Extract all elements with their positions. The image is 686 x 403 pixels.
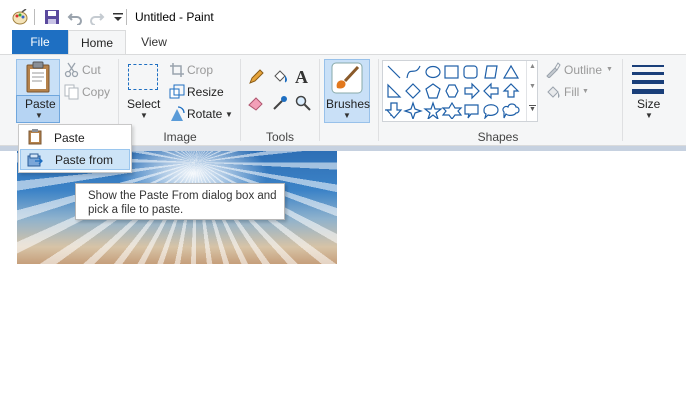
tooltip-text: Show the Paste From dialog box and pick … <box>88 190 277 216</box>
gallery-scroll[interactable]: ▲ ▼ ▼ <box>526 61 539 121</box>
crop-button[interactable]: Crop <box>187 63 213 77</box>
group-divider <box>240 59 241 141</box>
up-arrow-shape-icon <box>502 83 520 98</box>
oval-callout-shape-icon <box>483 104 499 119</box>
redo-icon[interactable] <box>89 9 105 25</box>
brushes-label: Brushes <box>326 97 371 111</box>
resize-icon <box>169 84 185 99</box>
chevron-down-icon: ▼ <box>645 111 653 120</box>
cut-button[interactable]: Cut <box>82 63 101 77</box>
window-title: Untitled - Paint <box>135 10 214 24</box>
tab-home[interactable]: Home <box>68 30 126 54</box>
tab-view[interactable]: View <box>128 30 180 54</box>
outline-icon <box>546 62 561 78</box>
fill-button[interactable]: Fill <box>564 85 579 99</box>
rounded-rectangle-shape-icon <box>463 65 478 79</box>
shapes-group-label: Shapes <box>477 130 519 144</box>
scissors-icon <box>64 62 79 78</box>
scroll-down-icon[interactable]: ▼ <box>529 83 536 90</box>
qa-divider <box>34 9 35 25</box>
chevron-down-icon: ▼ <box>582 88 589 95</box>
group-divider <box>622 59 623 141</box>
fill-icon <box>547 86 560 98</box>
title-bar: Untitled - Paint <box>0 0 686 30</box>
menu-item-paste[interactable]: Paste <box>20 127 130 148</box>
hexagon-shape-icon <box>445 84 459 98</box>
paste-dropdown-menu: Paste Paste from <box>18 124 132 173</box>
left-arrow-shape-icon <box>483 82 499 100</box>
five-point-star-shape-icon <box>423 101 443 119</box>
chevron-down-icon: ▼ <box>140 111 148 120</box>
text-tool-icon[interactable]: A <box>295 67 308 88</box>
select-button[interactable]: Select <box>127 97 160 111</box>
save-icon[interactable] <box>44 9 60 25</box>
paste-from-icon <box>27 153 43 167</box>
resize-button[interactable]: Resize <box>187 85 224 99</box>
menu-item-paste-from-label: Paste from <box>55 153 114 167</box>
eraser-icon[interactable] <box>248 95 264 111</box>
pentagon-shape-icon <box>425 83 441 99</box>
scroll-up-icon[interactable]: ▲ <box>529 63 536 70</box>
rotate-icon <box>171 106 185 121</box>
down-arrow-shape-icon <box>385 102 403 119</box>
cloud-callout-shape-icon <box>502 103 520 119</box>
rectangle-shape-icon <box>444 65 459 79</box>
right-arrow-shape-icon <box>464 82 480 100</box>
chevron-down-icon: ▼ <box>606 66 613 73</box>
tab-file[interactable]: File <box>12 30 68 54</box>
pencil-icon[interactable] <box>248 69 264 85</box>
chevron-down-icon: ▼ <box>343 111 351 120</box>
polygon-shape-icon <box>484 65 498 79</box>
expand-gallery-icon[interactable]: ▼ <box>529 105 536 114</box>
undo-icon[interactable] <box>67 9 83 25</box>
select-icon <box>128 64 158 90</box>
paint-app-icon[interactable] <box>12 9 28 25</box>
rotate-button[interactable]: Rotate <box>187 107 222 121</box>
line-shape-icon <box>387 65 401 79</box>
size-icon <box>632 65 664 95</box>
shapes-grid <box>385 64 520 119</box>
size-button[interactable]: Size <box>637 97 660 111</box>
magnifier-icon[interactable] <box>295 95 311 111</box>
group-divider <box>378 59 379 141</box>
six-point-star-shape-icon <box>441 101 463 119</box>
right-triangle-shape-icon <box>387 83 402 98</box>
tooltip: Show the Paste From dialog box and pick … <box>75 183 285 220</box>
paste-label: Paste <box>25 97 56 111</box>
shapes-gallery: ▲ ▼ ▼ <box>382 60 538 122</box>
tools-group-label: Tools <box>265 130 294 144</box>
color-picker-icon[interactable] <box>272 95 288 111</box>
clipboard-icon <box>28 129 42 145</box>
triangle-shape-icon <box>502 64 520 79</box>
crop-icon <box>170 63 184 77</box>
rounded-callout-shape-icon <box>464 104 479 119</box>
brush-icon <box>331 62 363 94</box>
menu-item-paste-label: Paste <box>54 131 85 145</box>
clipboard-icon <box>26 61 50 93</box>
diamond-shape-icon <box>405 83 421 99</box>
outline-button[interactable]: Outline <box>564 63 602 77</box>
group-divider <box>319 59 320 141</box>
copy-icon <box>64 84 79 100</box>
ribbon-tabs: File Home View <box>0 30 686 54</box>
chevron-down-icon: ▼ <box>225 110 233 119</box>
oval-shape-icon <box>425 65 441 79</box>
menu-item-paste-from[interactable]: Paste from <box>20 149 130 170</box>
customize-toolbar-icon[interactable] <box>110 9 126 25</box>
curve-shape-icon <box>406 65 421 79</box>
chevron-down-icon: ▼ <box>35 111 43 120</box>
copy-button[interactable]: Copy <box>82 85 110 99</box>
image-group-label: Image <box>163 130 197 144</box>
four-point-star-shape-icon <box>403 101 423 119</box>
fill-bucket-icon[interactable] <box>272 69 288 85</box>
title-divider <box>126 9 127 25</box>
